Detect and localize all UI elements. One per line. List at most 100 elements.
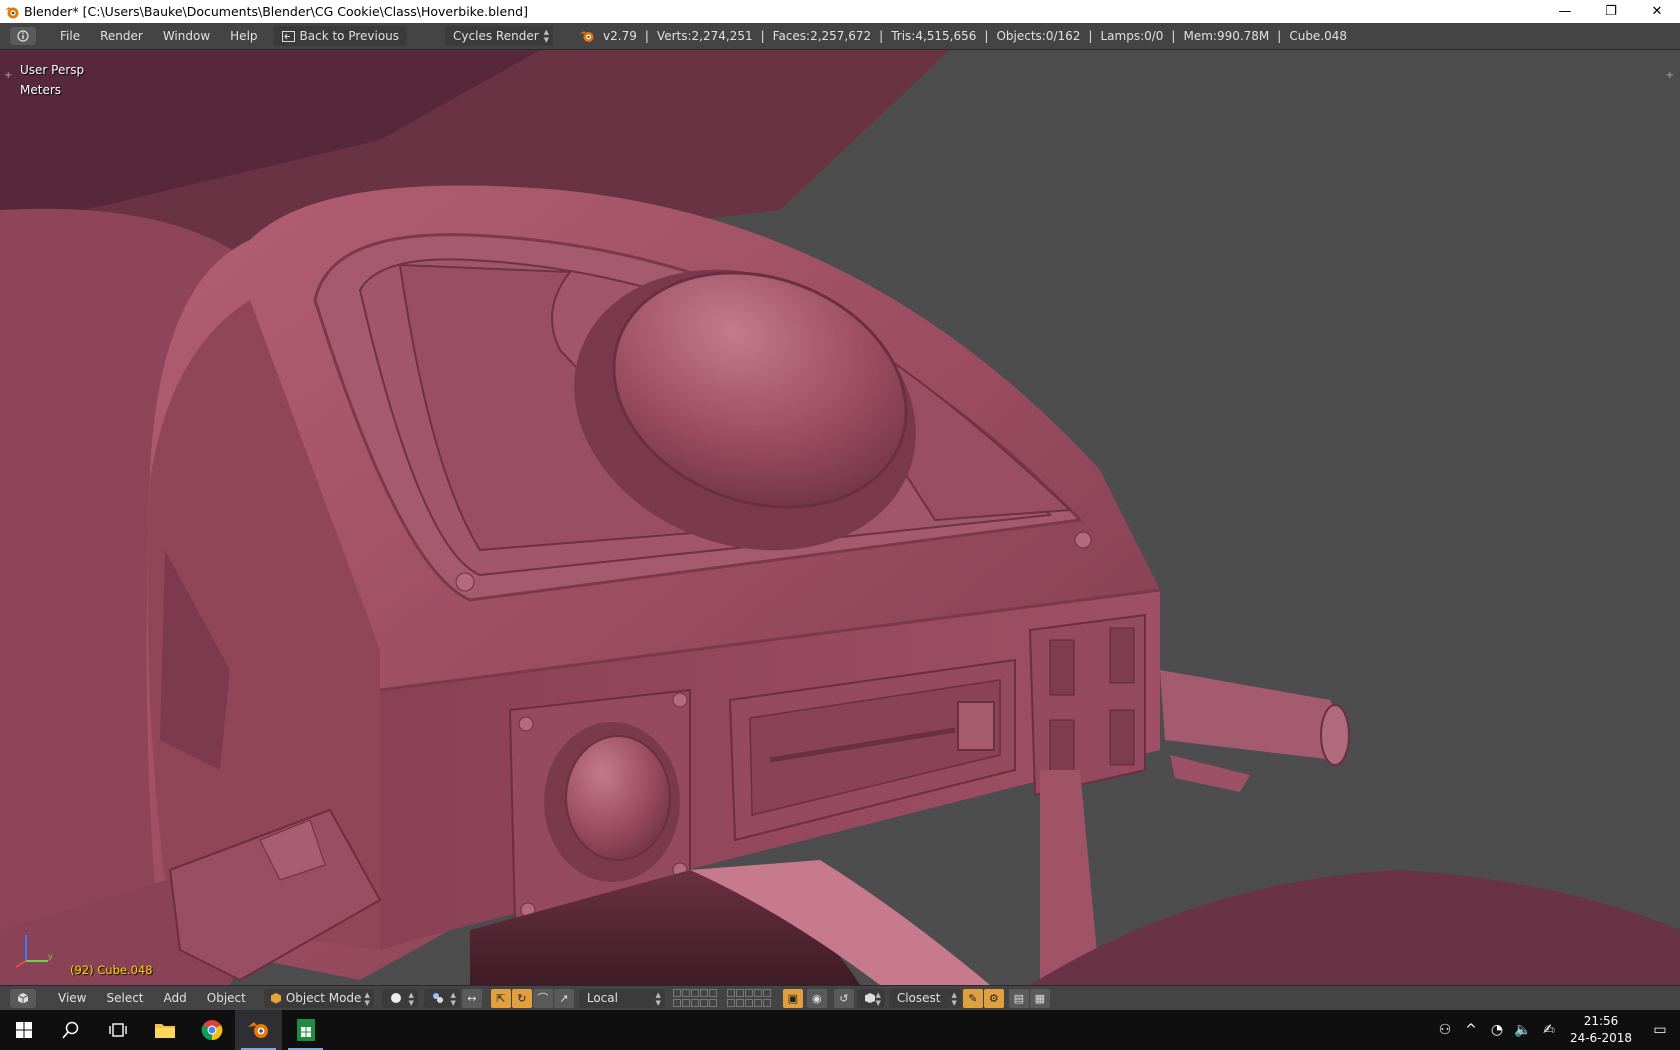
blender-logo-icon <box>580 31 594 42</box>
layer-buttons[interactable] <box>672 989 721 1007</box>
editor-type-selector[interactable] <box>10 988 36 1008</box>
network-icon[interactable]: ◔ <box>1484 1022 1510 1038</box>
menu-select[interactable]: Select <box>96 991 153 1005</box>
axis-y-label: y <box>48 952 53 961</box>
stat-active-object: Cube.048 <box>1289 29 1348 43</box>
stat-separator: | <box>644 29 649 43</box>
restore-button[interactable]: ❐ <box>1588 0 1634 23</box>
rotate-manipulator-icon[interactable]: ↻ <box>511 988 532 1008</box>
menu-file[interactable]: File <box>50 29 90 43</box>
interaction-mode-select[interactable]: Object Mode ▲ ▼ <box>263 988 374 1008</box>
region-expand-icon[interactable]: + <box>1666 70 1674 81</box>
snap-target-select[interactable]: Closest ▲ ▼ <box>888 988 961 1008</box>
window-title: Blender* [C:\Users\Bauke\Documents\Blend… <box>24 4 528 19</box>
axis-orientation-icon: y <box>15 935 53 968</box>
render-engine-select[interactable]: Cycles Render ▲ ▼ <box>445 26 554 46</box>
menu-render[interactable]: Render <box>90 29 153 43</box>
transform-orientation-select[interactable]: Local ▲ ▼ <box>578 988 665 1008</box>
solid-shading-icon <box>390 993 401 1003</box>
stat-lamps: Lamps:0/0 <box>1100 29 1164 43</box>
snap-project-icon[interactable]: ⚙ <box>983 988 1004 1008</box>
manipulator-toggle-icon[interactable]: ↔ <box>461 988 482 1008</box>
3d-viewport[interactable]: + + User Persp Meters y (92) Cube.048 <box>0 50 1680 985</box>
stat-separator: | <box>760 29 765 43</box>
viewport-shading-select[interactable]: ▲ ▼ <box>381 988 418 1008</box>
scene-stats: v2.79 | Verts:2,274,251 | Faces:2,257,67… <box>579 29 1347 43</box>
volume-icon[interactable]: 🔈 <box>1510 1022 1536 1038</box>
region-expand-icon[interactable]: + <box>4 70 12 81</box>
task-view-icon <box>108 1023 127 1037</box>
chrome-icon <box>201 1020 222 1041</box>
layer-buttons-secondary[interactable] <box>726 989 775 1007</box>
people-icon[interactable]: ⚇ <box>1432 1022 1458 1038</box>
stat-objects: Objects:0/162 <box>996 29 1081 43</box>
stat-separator: | <box>1277 29 1282 43</box>
select-arrows-icon: ▲ ▼ <box>655 990 661 1007</box>
blender-icon <box>247 1022 268 1038</box>
render-engine-value: Cycles Render <box>453 29 539 43</box>
menu-view[interactable]: View <box>48 991 96 1005</box>
task-view-button[interactable] <box>94 1010 141 1050</box>
transform-orientation-value: Local <box>586 991 618 1005</box>
select-arrows-icon: ▲ ▼ <box>875 990 881 1007</box>
menu-help[interactable]: Help <box>220 29 267 43</box>
translate-manipulator-icon[interactable]: ⇱ <box>490 988 511 1008</box>
blender-logo-icon <box>5 6 19 18</box>
stat-version: v2.79 <box>603 29 637 43</box>
stat-separator: | <box>1171 29 1176 43</box>
select-arrows-icon: ▲ ▼ <box>450 990 456 1007</box>
menu-add[interactable]: Add <box>154 991 197 1005</box>
snap-element-select[interactable]: ▲ ▼ <box>856 988 885 1008</box>
align-rotation-icon[interactable]: ✎ <box>962 988 983 1008</box>
lock-layers-icon[interactable]: ▣ <box>782 988 803 1008</box>
manipulator-extra-icon[interactable]: ↗ <box>553 988 574 1008</box>
stat-tris: Tris:4,515,656 <box>891 29 977 43</box>
minimize-button[interactable]: — <box>1542 0 1588 23</box>
menu-window[interactable]: Window <box>153 29 220 43</box>
pivot-icon <box>432 993 443 1003</box>
taskbar-file-explorer[interactable] <box>141 1010 188 1050</box>
action-center-icon[interactable]: ▭ <box>1640 1022 1680 1038</box>
taskbar-chrome[interactable] <box>188 1010 235 1050</box>
stat-separator: | <box>1088 29 1093 43</box>
spreadsheet-icon <box>296 1019 315 1041</box>
pen-workspace-icon[interactable]: ✍ <box>1536 1022 1562 1038</box>
info-header: File Render Window Help Back to Previous… <box>0 23 1680 50</box>
proportional-edit-icon[interactable]: ◉ <box>806 988 827 1008</box>
select-arrows-icon: ▲ ▼ <box>364 990 370 1007</box>
back-to-previous-label: Back to Previous <box>299 29 400 43</box>
snap-increment-icon <box>864 993 875 1003</box>
snap-toggle-icon[interactable]: ↺ <box>833 988 854 1008</box>
pivot-point-select[interactable]: ▲ ▼ <box>423 988 460 1008</box>
windows-taskbar: ⚇ ^ ◔ 🔈 ✍ 21:56 24-6-2018 ▭ <box>0 1010 1680 1050</box>
select-arrows-icon: ▲ ▼ <box>951 990 957 1007</box>
object-mode-icon <box>270 993 281 1004</box>
hoverbike-model-render[interactable] <box>0 50 1680 985</box>
editor-type-selector[interactable] <box>10 27 36 45</box>
show-hidden-icons-chevron-icon[interactable]: ^ <box>1458 1022 1484 1038</box>
view-units: Meters <box>20 83 62 97</box>
clock-time: 21:56 <box>1583 1014 1619 1028</box>
active-object-label: (92) Cube.048 <box>70 963 153 977</box>
3d-view-header: View Select Add Object Object Mode ▲ ▼ ▲ ▼… <box>0 985 1680 1010</box>
stat-verts: Verts:2,274,251 <box>656 29 753 43</box>
close-button[interactable]: ✕ <box>1634 0 1680 23</box>
taskbar-clock[interactable]: 21:56 24-6-2018 <box>1562 1013 1640 1047</box>
taskbar-blender[interactable] <box>235 1010 282 1050</box>
menu-object[interactable]: Object <box>197 991 256 1005</box>
stat-separator: | <box>879 29 884 43</box>
start-button[interactable] <box>0 1010 47 1050</box>
taskbar-spreadsheet[interactable] <box>282 1010 329 1050</box>
back-arrow-icon <box>281 30 295 42</box>
search-button[interactable] <box>47 1010 94 1050</box>
scale-manipulator-icon[interactable]: ⌒ <box>532 988 553 1008</box>
viewport-info-overlay: User Persp Meters <box>20 60 84 100</box>
snap-target-value: Closest <box>896 991 941 1005</box>
clock-date: 24-6-2018 <box>1569 1031 1633 1045</box>
stat-faces: Faces:2,257,672 <box>772 29 872 43</box>
opengl-render-animation-icon[interactable]: ▦ <box>1029 988 1050 1008</box>
back-to-previous-button[interactable]: Back to Previous <box>273 26 408 46</box>
select-arrows-icon: ▲ ▼ <box>543 28 550 44</box>
opengl-render-icon[interactable]: ▤ <box>1008 988 1029 1008</box>
stat-mem: Mem:990.78M <box>1183 29 1270 43</box>
